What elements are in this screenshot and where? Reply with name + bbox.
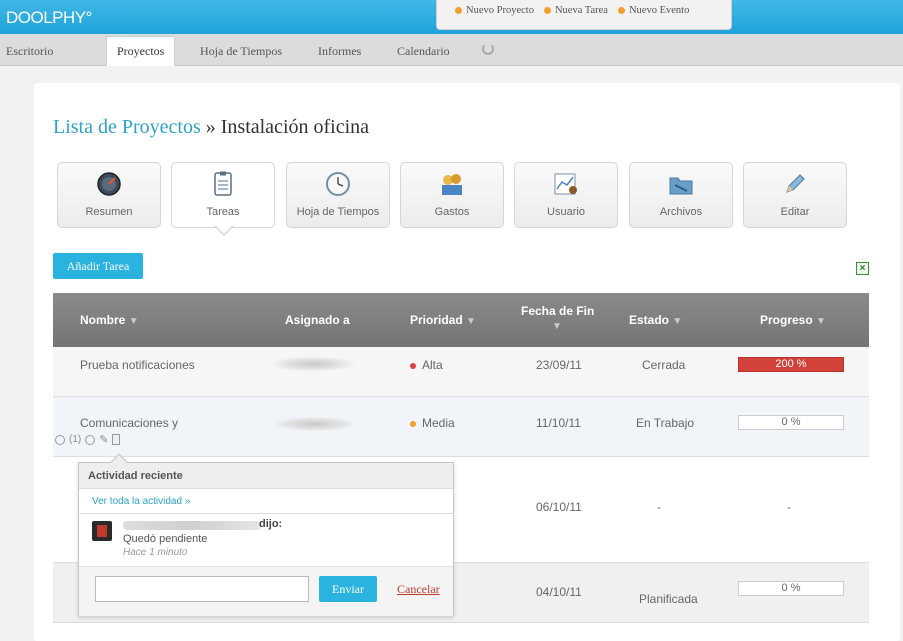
tab-escritorio[interactable]: Escritorio: [6, 44, 53, 59]
clipboard-icon: [214, 171, 232, 196]
task-due: 11/10/11: [536, 416, 581, 430]
tab-informes[interactable]: Informes: [318, 44, 361, 59]
module-gastos-button[interactable]: Gastos: [400, 162, 504, 228]
said-label: dijo:: [259, 518, 283, 530]
activity-popup: Actividad reciente Ver toda la actividad…: [78, 453, 454, 616]
row-actions: (1) ✎: [55, 433, 121, 446]
project-name: Instalación oficina: [220, 116, 370, 138]
new-project-link[interactable]: Nuevo Proyecto: [455, 5, 534, 16]
task-due: 04/10/11: [536, 585, 582, 599]
header-status[interactable]: Estado ▼: [629, 313, 682, 327]
clock-icon: [326, 172, 350, 196]
assignee-avatar-blurred: [275, 417, 355, 431]
table-header: Nombre ▼ Asignado a Prioridad ▼ Fecha de…: [53, 293, 869, 347]
view-all-activity-link[interactable]: Ver toda la actividad »: [92, 496, 190, 507]
pencil-icon: [786, 174, 805, 193]
excel-export-icon[interactable]: ×: [856, 262, 869, 275]
popup-title: Actividad reciente: [79, 463, 453, 489]
sort-arrow-icon: ▼: [552, 321, 562, 332]
task-priority: Media: [410, 416, 455, 430]
sort-arrow-icon: ▼: [672, 316, 683, 327]
task-name[interactable]: Comunicaciones y: [80, 416, 178, 430]
sort-arrow-icon: ▼: [816, 316, 826, 327]
tab-hoja-de-tiempos[interactable]: Hoja de Tiempos: [200, 44, 282, 59]
popup-divider: [79, 513, 453, 514]
task-priority: Alta: [410, 358, 443, 372]
comment-input[interactable]: [95, 576, 309, 602]
breadcrumb-separator: »: [200, 116, 221, 138]
task-status: Planificada: [639, 592, 698, 606]
quick-actions: Nuevo Proyecto Nueva Tarea Nuevo Evento: [436, 0, 732, 30]
gauge-icon: [97, 172, 121, 196]
top-bar: DOOLPHY° Nuevo Proyecto Nueva Tarea Nuev…: [0, 0, 903, 34]
plus-dot-icon: [617, 7, 625, 14]
assignee-avatar-blurred: [273, 357, 353, 371]
activity-time: Hace 1 minuto: [123, 547, 188, 558]
module-editar-button[interactable]: Editar: [743, 162, 847, 228]
sort-arrow-icon: ▼: [466, 316, 476, 327]
activity-message: Quedó pendiente: [123, 533, 208, 545]
table-row[interactable]: Comunicaciones y Media 11/10/11 En Traba…: [53, 397, 869, 457]
cancel-link[interactable]: Cancelar: [397, 582, 440, 597]
tab-calendario[interactable]: Calendario: [397, 44, 450, 59]
breadcrumb-projects-link[interactable]: Lista de Proyectos: [53, 116, 201, 138]
new-event-link[interactable]: Nuevo Evento: [617, 5, 689, 16]
comment-count[interactable]: (1): [69, 434, 81, 445]
table-row[interactable]: Prueba notificaciones Alta 23/09/11 Cerr…: [53, 347, 869, 397]
username-blurred: [123, 521, 261, 530]
task-status: Cerrada: [642, 358, 686, 372]
page-title: Lista de Proyectos » Instalación oficina: [53, 116, 369, 139]
header-name[interactable]: Nombre ▼: [80, 313, 139, 327]
user-chart-icon: [554, 173, 577, 195]
avatar: [92, 521, 112, 541]
app-logo[interactable]: DOOLPHY°: [6, 8, 92, 28]
main-tabs: Escritorio Proyectos Hoja de Tiempos Inf…: [0, 34, 903, 66]
progress-bar: 0 %: [738, 581, 844, 596]
active-module-pointer: [214, 225, 234, 236]
task-due: 06/10/11: [536, 500, 582, 514]
plus-dot-icon: [455, 7, 462, 14]
time-icon[interactable]: [85, 434, 96, 445]
new-task-link[interactable]: Nueva Tarea: [543, 5, 608, 16]
progress-bar: 0 %: [738, 415, 844, 430]
task-status: -: [657, 500, 661, 514]
sort-arrow-icon: ▼: [128, 316, 139, 327]
task-due: 23/09/11: [536, 358, 582, 372]
task-progress: -: [787, 500, 791, 514]
edit-icon[interactable]: ✎: [99, 433, 108, 446]
header-progress[interactable]: Progreso ▼: [760, 313, 826, 327]
module-hoja-de-tiempos-button[interactable]: Hoja de Tiempos: [286, 162, 390, 228]
send-button[interactable]: Enviar: [319, 576, 377, 602]
module-tareas-button[interactable]: Tareas: [171, 162, 275, 228]
module-resumen-button[interactable]: Resumen: [57, 162, 161, 228]
plus-dot-icon: [543, 7, 551, 14]
header-assigned: Asignado a: [285, 313, 350, 327]
add-task-button[interactable]: Añadir Tarea: [53, 253, 143, 279]
tab-proyectos[interactable]: Proyectos: [106, 36, 176, 66]
folder-icon: [669, 177, 693, 195]
priority-dot-icon: [410, 362, 416, 369]
priority-dot-icon: [410, 420, 416, 427]
header-due[interactable]: Fecha de Fin ▼: [521, 304, 594, 332]
progress-bar: 200 %: [738, 357, 844, 372]
module-archivos-button[interactable]: Archivos: [629, 162, 733, 228]
comments-icon[interactable]: [55, 434, 65, 445]
module-usuario-button[interactable]: Usuario: [514, 162, 618, 228]
task-status: En Trabajo: [636, 416, 695, 430]
coins-icon: [442, 174, 462, 195]
header-priority[interactable]: Prioridad ▼: [410, 313, 476, 327]
task-name[interactable]: Prueba notificaciones: [80, 358, 195, 372]
trash-icon[interactable]: [112, 434, 121, 445]
refresh-icon[interactable]: [482, 43, 494, 55]
